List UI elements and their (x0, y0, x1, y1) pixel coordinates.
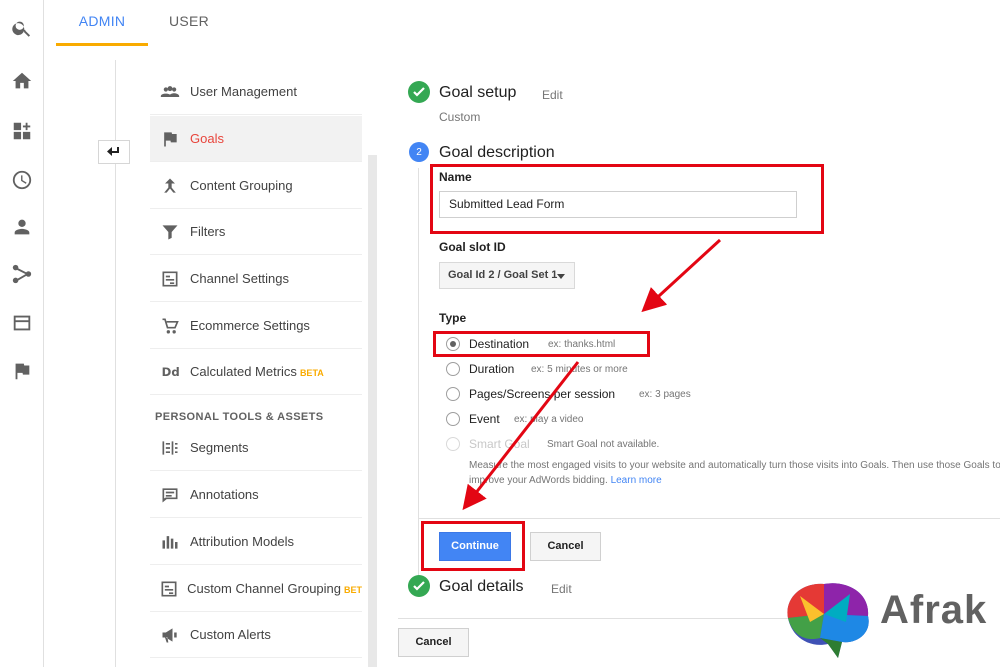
learn-more-link[interactable]: Learn more (611, 475, 662, 486)
realtime-icon[interactable] (10, 168, 34, 192)
nav-item-goals[interactable]: Goals (150, 116, 362, 162)
smart-goal-description-line: improve your AdWords bidding. (469, 475, 608, 486)
search-icon[interactable] (10, 16, 34, 40)
goal-setup-type: Custom (439, 110, 481, 124)
nav-label: Custom Alerts (190, 627, 271, 642)
goal-setup-edit-link[interactable]: Edit (542, 88, 563, 102)
nav-label: Ecommerce Settings (190, 318, 310, 333)
goal-slot-label: Goal slot ID (439, 240, 506, 254)
filter-icon (150, 222, 190, 242)
step-number-badge: 2 (409, 142, 429, 162)
nav-label: Calculated Metrics BETA (190, 364, 324, 379)
cart-icon (150, 316, 190, 336)
radio-label-event[interactable]: Event (469, 412, 500, 426)
nav-item-calculated-metrics[interactable]: Dd Calculated Metrics BETA (150, 349, 362, 395)
home-icon[interactable] (10, 69, 34, 93)
tab-user[interactable]: USER (152, 0, 226, 46)
nav-label: Attribution Models (190, 534, 295, 549)
nav-item-content-grouping[interactable]: Content Grouping (150, 163, 362, 209)
goal-slot-value: Goal Id 2 / Goal Set 1 (448, 269, 558, 281)
annotation-icon (150, 485, 190, 505)
nav-item-custom-alerts[interactable]: Custom Alerts (150, 612, 362, 658)
megaphone-icon (150, 625, 190, 645)
channel-icon (150, 579, 187, 599)
nav-item-annotations[interactable]: Annotations (150, 472, 362, 518)
nav-label: Content Grouping (190, 178, 293, 193)
logo-text: Afrak (880, 588, 988, 632)
example-event: ex: play a video (514, 414, 584, 425)
smart-goal-description: Measure the most engaged visits to your … (469, 458, 1000, 488)
tab-admin[interactable]: ADMIN (56, 0, 148, 46)
nav-label: Goals (190, 131, 224, 146)
bottom-cancel-button[interactable]: Cancel (398, 628, 469, 657)
radio-duration[interactable] (446, 362, 460, 376)
goal-slot-select[interactable]: Goal Id 2 / Goal Set 1 (439, 262, 575, 289)
type-label: Type (439, 311, 467, 325)
nav-item-segments[interactable]: Segments (150, 425, 362, 471)
footer-divider (398, 618, 798, 619)
beta-badge: BET (344, 585, 362, 595)
nav-label: Annotations (190, 487, 259, 502)
radio-event[interactable] (446, 412, 460, 426)
users-icon (150, 82, 190, 102)
grouping-icon (150, 176, 190, 196)
nav-item-ecommerce-settings[interactable]: Ecommerce Settings (150, 303, 362, 349)
radio-label-duration[interactable]: Duration (469, 362, 514, 376)
nav-label: Segments (190, 440, 249, 455)
nav-label: User Management (190, 84, 297, 99)
goal-setup-title: Goal setup (439, 84, 517, 101)
behavior-icon[interactable] (10, 311, 34, 335)
segments-icon (150, 438, 190, 458)
example-duration: ex: 5 minutes or more (531, 364, 628, 375)
svg-text:Dd: Dd (162, 365, 180, 379)
caret-down-icon (557, 274, 565, 279)
check-circle-icon (408, 81, 430, 103)
highlight-continue (421, 521, 525, 571)
admin-tabs: ADMIN USER (56, 0, 1000, 46)
nav-item-channel-settings[interactable]: Channel Settings (150, 256, 362, 302)
smart-goal-unavailable: Smart Goal not available. (547, 439, 660, 450)
back-button[interactable] (98, 140, 130, 164)
back-arrow-icon (107, 147, 119, 156)
acquisition-icon[interactable] (10, 262, 34, 286)
left-rail (0, 0, 44, 667)
check-circle-icon (408, 575, 430, 597)
dd-icon: Dd (150, 362, 190, 382)
nav-label: Filters (190, 224, 226, 239)
cancel-button[interactable]: Cancel (530, 532, 601, 561)
radio-label-pages-per-session[interactable]: Pages/Screens per session (469, 387, 615, 401)
nav-item-filters[interactable]: Filters (150, 209, 362, 255)
channel-icon (150, 269, 190, 289)
smart-goal-description-line: Measure the most engaged visits to your … (469, 460, 1000, 471)
goal-details-edit-link[interactable]: Edit (551, 582, 572, 596)
goal-description-title: Goal description (439, 144, 555, 161)
customization-icon[interactable] (10, 119, 34, 143)
nav-label: Channel Settings (190, 271, 290, 286)
attribution-icon (150, 532, 190, 552)
nav-scrollbar[interactable] (368, 155, 377, 667)
highlight-name-field (430, 164, 824, 234)
section-header: PERSONAL TOOLS & ASSETS (155, 411, 324, 423)
afrak-logo: Afrak (780, 578, 995, 662)
highlight-destination (433, 331, 650, 357)
nav-item-user-management[interactable]: User Management (150, 69, 362, 115)
conversions-icon[interactable] (10, 359, 34, 383)
audience-icon[interactable] (10, 215, 34, 239)
beta-badge: BETA (299, 368, 324, 378)
example-pages-per-session: ex: 3 pages (639, 389, 691, 400)
brain-logo-icon (787, 583, 869, 658)
radio-pages-per-session[interactable] (446, 387, 460, 401)
arrow-to-destination (641, 238, 722, 313)
flag-icon (150, 129, 190, 149)
nav-item-attribution-models[interactable]: Attribution Models (150, 519, 362, 565)
nav-label: Custom Channel Grouping BET (187, 581, 362, 596)
radio-label-smart-goal: Smart Goal (469, 437, 530, 451)
section-divider (419, 518, 1000, 519)
goal-details-title: Goal details (439, 578, 524, 595)
radio-smart-goal (446, 437, 460, 451)
nav-item-custom-channel-grouping[interactable]: Custom Channel Grouping BET (150, 566, 362, 612)
step-connector (418, 168, 419, 578)
